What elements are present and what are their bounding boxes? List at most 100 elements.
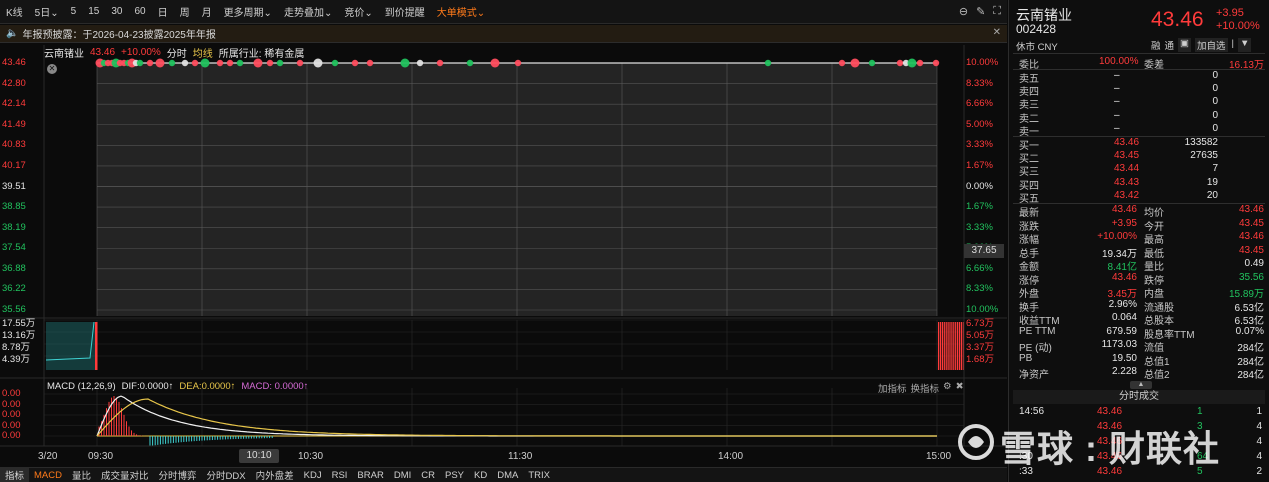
close-overlay-icon[interactable]: ✕ (47, 64, 57, 74)
toolbar-item[interactable]: 5日⌄ (29, 4, 65, 19)
toolbar-item[interactable]: 5 (65, 6, 83, 17)
macd-tick-label: 0.00 (2, 388, 21, 399)
tab-liangbi[interactable]: 量比 (67, 468, 96, 482)
collapse-icon[interactable]: ▲ (1130, 381, 1152, 389)
minus-circle-icon[interactable]: ⊖ (959, 5, 968, 18)
switch-indicator-button[interactable]: 换指标 (911, 381, 940, 395)
toolbar-item[interactable]: 30 (105, 6, 128, 17)
time-label: 11:30 (508, 451, 533, 462)
add-indicator-button[interactable]: 加指标 (878, 381, 907, 395)
tab-indicator[interactable]: 指标 (0, 468, 30, 482)
margin-badge[interactable]: 融 (1151, 38, 1161, 52)
sell-row: 卖三 –0 (1009, 96, 1269, 111)
gear-icon[interactable]: ⚙ (943, 381, 952, 395)
chart-info-line: 云南锗业 43.46 +10.00% 分时 均线 所属行业: 稀有金属 (44, 45, 305, 60)
tab-trix[interactable]: TRIX (523, 470, 555, 481)
tab-dmi[interactable]: DMI (389, 470, 416, 481)
buy-row: 买五 43.42 20 (1009, 189, 1269, 205)
price-tick-label: 40.17 (2, 159, 26, 171)
tab-rsi[interactable]: RSI (327, 470, 353, 481)
close-icon[interactable]: ✕ (993, 27, 1001, 38)
tick-count: 4 (1256, 436, 1262, 447)
pct-tick-label: 3.33% (966, 139, 993, 151)
pencil-icon[interactable]: ✎ (976, 5, 985, 18)
change-value: +3.95 (1216, 7, 1244, 19)
trade-marker (136, 59, 144, 67)
close-icon[interactable]: ✖ (956, 381, 964, 395)
toolbar-item[interactable]: 到价提醒 (379, 4, 431, 19)
toolbar-item[interactable]: 走势叠加⌄ (278, 4, 338, 19)
stock-name-label: 云南锗业 (44, 48, 84, 60)
tab-kdj[interactable]: KDJ (299, 470, 327, 481)
toolbar-item[interactable]: 周 (174, 4, 196, 19)
trade-marker (313, 58, 323, 68)
volume-bar (945, 322, 947, 370)
volume-bars (45, 321, 964, 370)
stat-value: 43.45 (1238, 217, 1264, 229)
date-label: 3/20 (38, 451, 58, 462)
stat-value: 43.46 (1111, 204, 1137, 215)
trade-marker (907, 58, 917, 68)
industry-label[interactable]: 所属行业: 稀有金属 (219, 45, 305, 60)
level-volume: 19 (1206, 176, 1218, 188)
tab-fenshi-game[interactable]: 分时博弈 (154, 468, 202, 482)
tab-kd[interactable]: KD (469, 470, 492, 481)
macd-title[interactable]: MACD (12,26,9) (47, 381, 116, 392)
level-volume: 0 (1212, 96, 1218, 108)
sell-row: 卖一 –0 (1009, 122, 1269, 138)
toolbar-item[interactable]: 日 (152, 4, 174, 19)
macd-histogram (98, 396, 273, 446)
fullscreen-icon[interactable]: ⛶ (993, 5, 1001, 18)
window-icon[interactable]: ▣ (1178, 38, 1192, 52)
level-volume: 7 (1212, 163, 1218, 175)
sell-row: 卖二 –0 (1009, 110, 1269, 125)
stat-row: 涨幅 +10.00% 最高 43.46 (1009, 231, 1269, 246)
time-label: 09:30 (88, 451, 114, 462)
trade-marker (191, 59, 199, 67)
trade-marker (916, 59, 924, 67)
toolbar-item[interactable]: 月 (196, 4, 218, 19)
toolbar-item[interactable]: 竞价⌄ (338, 4, 378, 19)
dropdown-icon[interactable]: ▼ (1238, 38, 1252, 52)
tab-macd[interactable]: MACD (29, 470, 67, 481)
macd-tick-label: 0.00 (2, 419, 21, 431)
level-price: 43.44 (1114, 163, 1140, 175)
trade-marker (168, 59, 176, 67)
volume-bar (958, 322, 961, 370)
buy-row: 买一 43.46 133582 (1009, 137, 1269, 152)
toolbar-item[interactable]: K线 (0, 4, 29, 19)
toolbar-item[interactable]: 60 (128, 6, 151, 17)
market-status: 休市 CNY (1016, 42, 1058, 53)
tab-dma[interactable]: DMA (492, 470, 523, 481)
level-volume: 0 (1212, 122, 1218, 134)
stat-value: 679.59 (1106, 325, 1137, 337)
price-tick-label: 42.80 (2, 77, 26, 89)
tab-brar[interactable]: BRAR (352, 470, 388, 481)
tick-row: 14:56 43.46 1 1 (1009, 406, 1269, 420)
trade-marker (400, 58, 410, 68)
intraday-chart[interactable] (0, 0, 1007, 467)
volume-tick-label: 1.68万 (966, 354, 994, 365)
tab-inner-outer[interactable]: 内外盘差 (251, 468, 299, 482)
current-price: 43.46 (1151, 8, 1204, 31)
indicator-tabs: 指标 MACD 量比 成交量对比 分时博弈 分时DDX 内外盘差 KDJ RSI… (0, 467, 1007, 482)
connect-badge[interactable]: 通 (1165, 38, 1175, 52)
volume-bar (943, 322, 945, 370)
price-tick-label: 35.56 (2, 304, 26, 315)
tab-cr[interactable]: CR (416, 470, 440, 481)
notice-text[interactable]: 年报预披露：于2026-04-23披露2025年年报 (22, 26, 215, 41)
trade-marker (296, 59, 304, 67)
toolbar-item-big-order-mode[interactable]: 大单模式⌄ (431, 4, 491, 19)
toolbar-item[interactable]: 15 (82, 6, 105, 17)
macd-tick-label: 0.00 (2, 409, 21, 420)
add-watchlist-button[interactable]: 加自选 (1195, 38, 1228, 52)
ticks-title[interactable]: 分时成交 (1013, 390, 1265, 404)
tab-volume-compare[interactable]: 成交量对比 (96, 468, 154, 482)
tab-psy[interactable]: PSY (440, 470, 469, 481)
price-tick-label: 37.54 (2, 242, 26, 254)
level-price: 43.42 (1114, 189, 1140, 201)
toolbar-item[interactable]: 更多周期⌄ (218, 4, 278, 19)
stat-row: 收益TTM 0.064 总股本 6.53亿 (1009, 312, 1269, 327)
tab-fenshi-ddx[interactable]: 分时DDX (202, 468, 251, 482)
order-ratio-value: 100.00% (1099, 56, 1139, 67)
